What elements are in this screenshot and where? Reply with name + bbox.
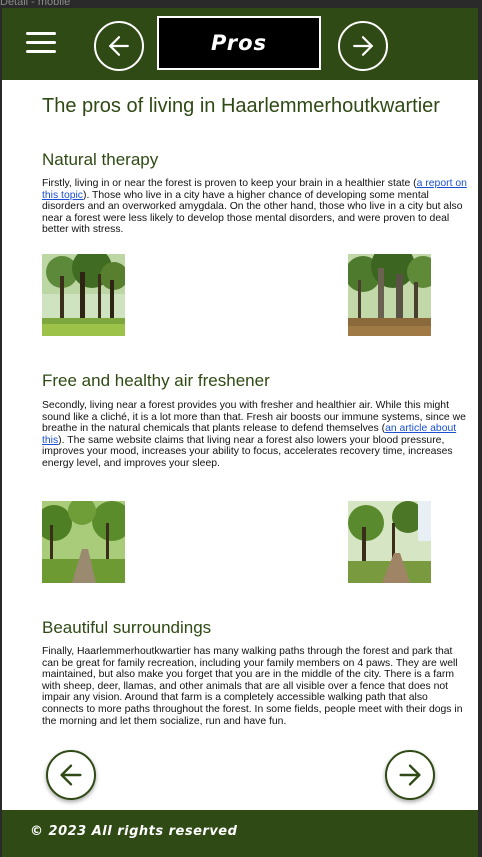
section-text-natural-therapy: Firstly, living in or near the forest is… <box>42 178 467 236</box>
forest-path-photo <box>42 501 125 583</box>
bottom-next-button[interactable] <box>385 750 435 800</box>
bottom-prev-button[interactable] <box>46 750 96 800</box>
top-navigation-bar: Pros <box>2 8 478 80</box>
page: Pros The pros of living in Haarlemmerhou… <box>2 8 478 857</box>
arrow-right-icon <box>353 36 373 56</box>
header-next-button[interactable] <box>338 21 388 71</box>
section-title-beautiful-surroundings: Beautiful surroundings <box>42 618 212 637</box>
footer: © 2023 All rights reserved <box>2 810 478 857</box>
forest-photo <box>348 254 431 336</box>
copyright-text: © 2023 All rights reserved <box>30 824 238 839</box>
section-title-air-freshener: Free and healthy air freshener <box>42 371 270 390</box>
section-text-beautiful-surroundings: Finally, Haarlemmerhoutkwartier has many… <box>42 646 463 727</box>
forest-photo <box>42 254 125 336</box>
header-prev-button[interactable] <box>94 21 144 71</box>
arrow-right-icon <box>399 764 421 786</box>
forest-path-photo <box>348 501 431 583</box>
hamburger-menu-icon[interactable] <box>26 32 56 54</box>
section-title-natural-therapy: Natural therapy <box>42 150 159 169</box>
page-title: Pros <box>157 16 321 70</box>
arrow-left-icon <box>109 36 129 56</box>
main-heading: The pros of living in Haarlemmerhoutkwar… <box>42 95 440 117</box>
frame-label: Detail - mobile <box>0 0 71 8</box>
arrow-left-icon <box>60 764 82 786</box>
section-text-air-freshener: Secondly, living near a forest provides … <box>42 400 466 469</box>
